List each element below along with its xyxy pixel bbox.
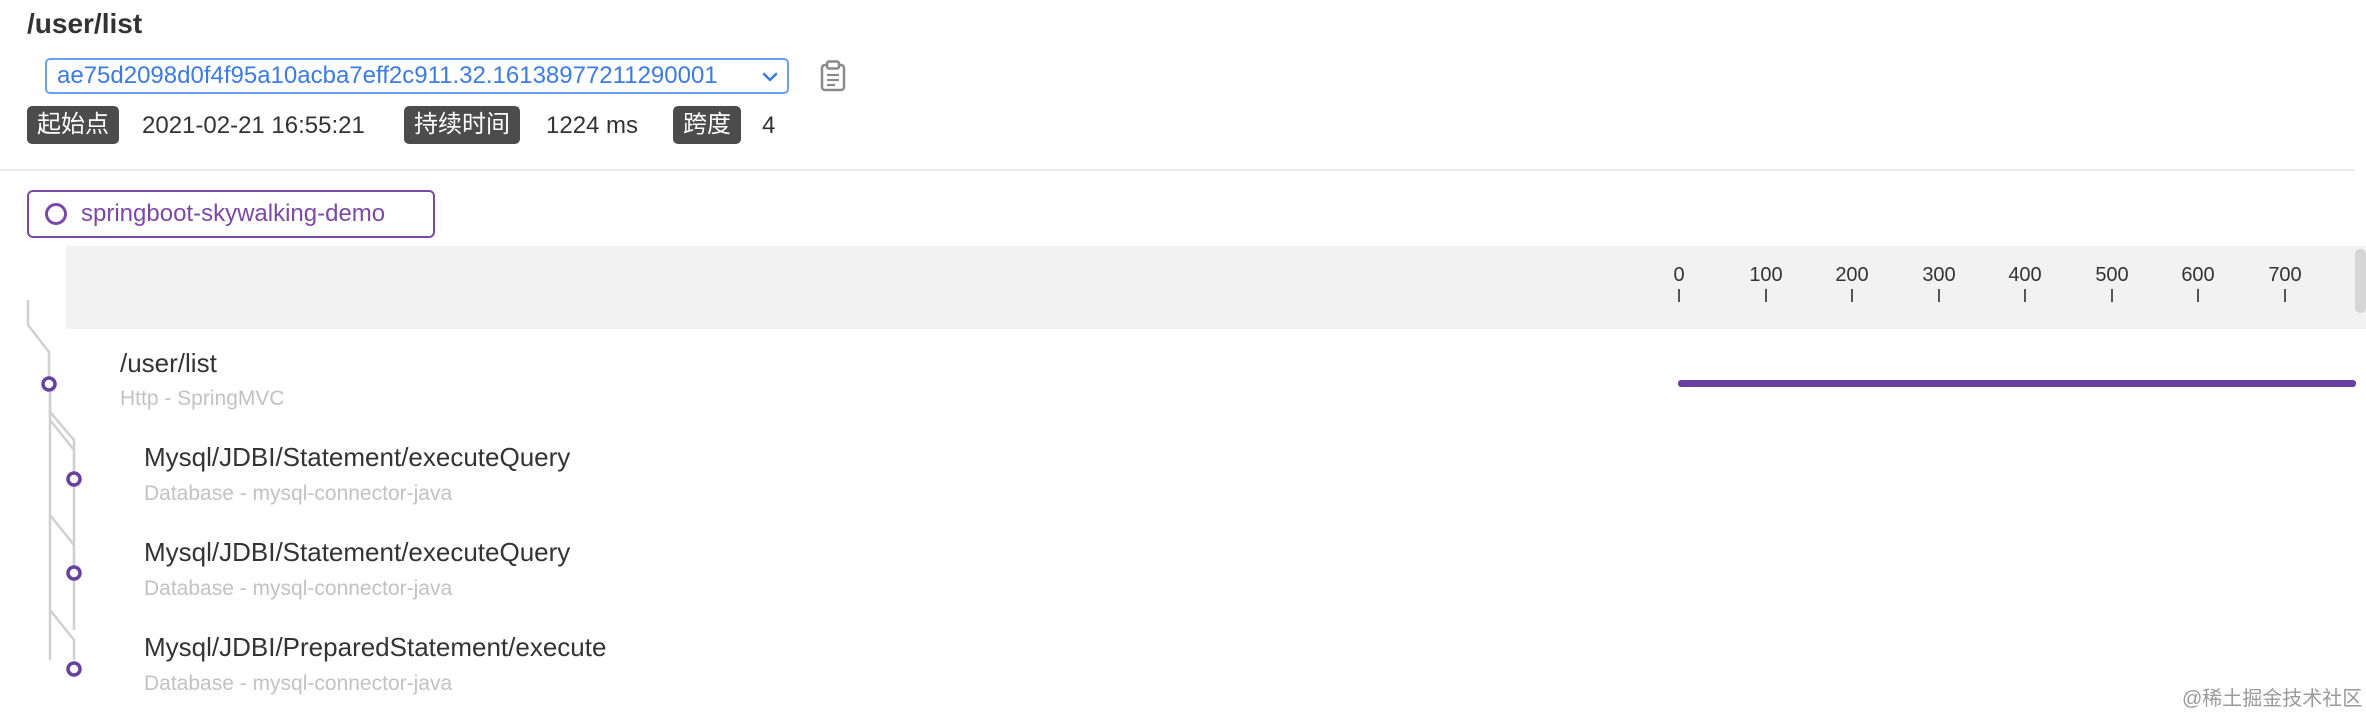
span-tree-connectors [26,300,82,677]
span-row-title[interactable]: Mysql/JDBI/PreparedStatement/execute [144,632,606,663]
start-time-tag: 起始点 [27,106,119,144]
timeline-tick-mark [1678,289,1680,302]
span-row-subtitle: Http - SpringMVC [120,387,285,410]
scrollbar[interactable] [2355,249,2366,313]
trace-id-select[interactable]: ae75d2098d0f4f95a10acba7eff2c911.32.1613… [45,58,789,94]
span-node-icon [66,565,82,581]
span-row-title[interactable]: /user/list [120,348,217,379]
timeline-tick-label: 0 [1673,264,1685,286]
timeline-tick-label: 200 [1835,264,1869,286]
span-node-icon [66,661,82,677]
span-row-title[interactable]: Mysql/JDBI/Statement/executeQuery [144,442,570,473]
timeline-tick-mark [2111,289,2113,302]
timeline-tick-label: 300 [1922,264,1956,286]
timeline-tick-mark [2284,289,2286,302]
span-row-subtitle: Database - mysql-connector-java [144,577,453,600]
timeline-tick-mark [2024,289,2026,302]
span-duration-bar[interactable] [1678,380,2356,387]
start-time-value: 2021-02-21 16:55:21 [142,112,365,139]
timeline-tick-mark [1765,289,1767,302]
span-node-icon [41,376,57,392]
span-count-value: 4 [762,112,776,139]
timeline-tick-label: 700 [2268,264,2302,286]
timeline-tick-mark [1851,289,1853,302]
timeline-tick-mark [2197,289,2199,302]
chevron-down-icon [762,72,778,82]
watermark: @稀土掘金技术社区 [2182,688,2363,710]
trace-id-value: ae75d2098d0f4f95a10acba7eff2c911.32.1613… [57,62,718,89]
timeline-header [66,246,2366,329]
span-row-title[interactable]: Mysql/JDBI/Statement/executeQuery [144,537,570,568]
duration-tag: 持续时间 [404,106,520,144]
span-row-subtitle: Database - mysql-connector-java [144,672,453,695]
span-node-icon [66,471,82,487]
timeline-tick-label: 600 [2181,264,2215,286]
circle-icon [45,203,67,225]
duration-value: 1224 ms [546,112,639,139]
span-row-subtitle: Database - mysql-connector-java [144,482,453,505]
service-tag[interactable]: springboot-skywalking-demo [27,190,435,238]
timeline-tick-label: 400 [2008,264,2042,286]
timeline-tick-label: 100 [1749,264,1783,286]
timeline-tick-mark [1938,289,1940,302]
service-name: springboot-skywalking-demo [81,200,386,227]
span-count-tag: 跨度 [673,106,741,144]
timeline-tick-label: 500 [2095,264,2129,286]
clipboard-icon[interactable] [820,60,846,97]
page-title: /user/list [27,8,143,39]
header-divider [0,169,2355,171]
